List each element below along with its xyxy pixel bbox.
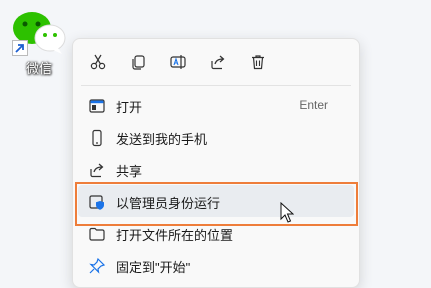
copy-button[interactable] [123, 49, 153, 75]
desktop-icon-label: 微信 [25, 61, 52, 76]
menu-separator [81, 85, 351, 86]
desktop-shortcut-wechat[interactable]: 微信 [8, 6, 70, 78]
scissors-icon [90, 54, 106, 70]
rename-button[interactable] [163, 49, 193, 75]
open-window-icon [88, 97, 106, 115]
cut-button[interactable] [83, 49, 113, 75]
menu-item-run-as-admin[interactable]: 以管理员身份运行 [78, 185, 354, 217]
share-icon [88, 161, 106, 179]
mouse-cursor-icon [280, 202, 294, 223]
admin-shield-icon [88, 193, 106, 211]
trash-icon [252, 55, 264, 70]
menu-item-label: 固定到"开始" [116, 260, 191, 275]
phone-icon [88, 129, 106, 147]
share-button[interactable] [203, 49, 233, 75]
menu-item-share[interactable]: 共享 [78, 153, 354, 185]
menu-item-shortcut: Enter [299, 98, 328, 112]
menu-item-pin-to-start[interactable]: 固定到"开始" [78, 249, 354, 281]
copy-icon [132, 55, 145, 70]
pin-icon [88, 257, 106, 275]
folder-icon [88, 225, 106, 243]
delete-button[interactable] [243, 49, 273, 75]
menu-item-open-file-location[interactable]: 打开文件所在的位置 [78, 217, 354, 249]
context-menu-toolbar [73, 39, 359, 85]
menu-item-label: 发送到我的手机 [116, 132, 208, 147]
menu-item-label: 打开 [116, 100, 143, 115]
menu-item-send-to-phone[interactable]: 发送到我的手机 [78, 121, 354, 153]
menu-item-label: 共享 [116, 164, 143, 179]
rename-icon [170, 55, 186, 69]
share-icon [211, 55, 225, 70]
shortcut-arrow-icon [12, 40, 28, 56]
menu-item-open[interactable]: 打开 Enter [78, 89, 354, 121]
context-menu: 打开 Enter 发送到我的手机 共享 以管理员身份运行 打开文件所在的位置 固… [72, 38, 360, 288]
menu-item-label: 打开文件所在的位置 [116, 228, 234, 243]
menu-item-label: 以管理员身份运行 [116, 196, 221, 211]
